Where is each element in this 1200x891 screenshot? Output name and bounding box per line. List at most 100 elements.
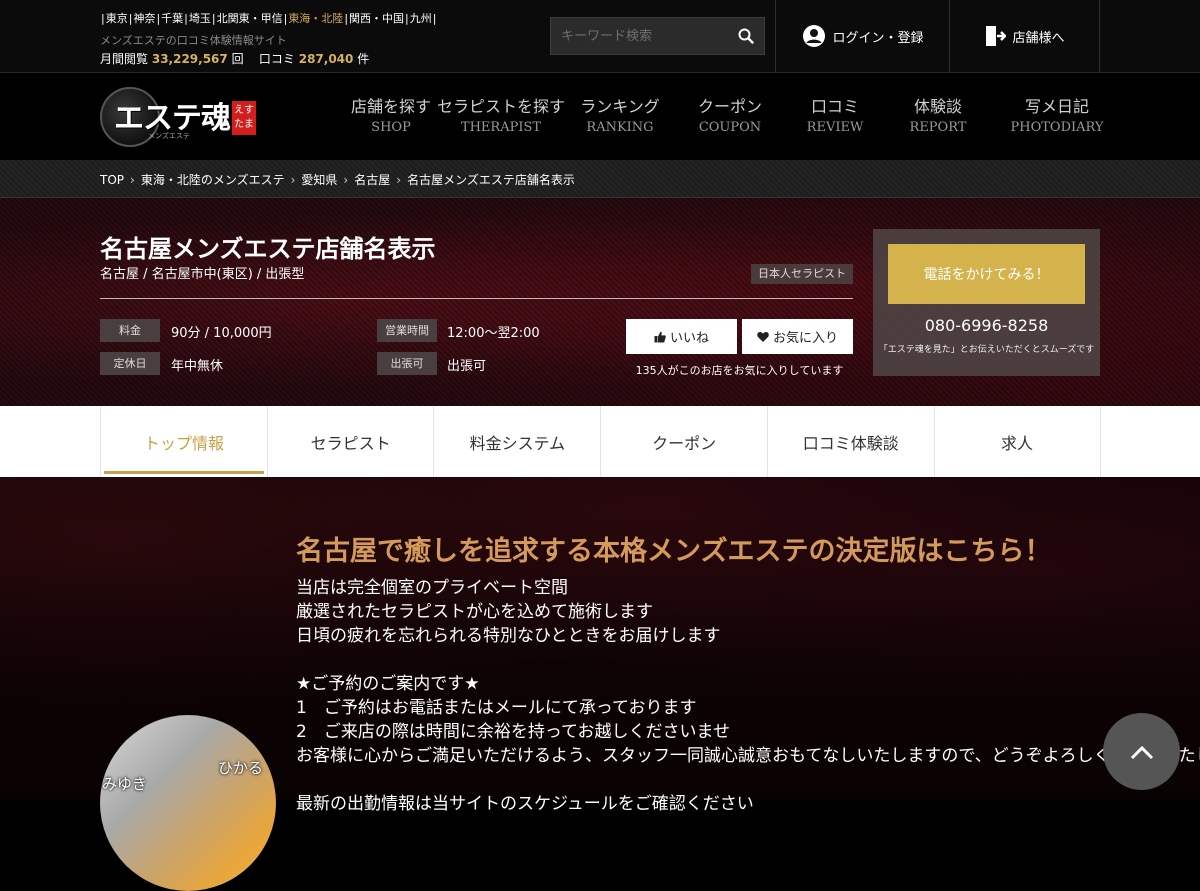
- catch-copy: 名古屋で癒しを追求する本格メンズエステの決定版はこちら！: [296, 536, 1052, 567]
- favorite-count-note: 135人がこのお店をお気に入りしています: [635, 364, 844, 377]
- good-label: いいね: [669, 331, 709, 346]
- avatar-name-2: ひかる: [218, 759, 264, 777]
- login-label: ログイン・登録: [832, 30, 924, 46]
- price-label: 料金: [100, 319, 160, 342]
- region-separator: |: [283, 12, 288, 25]
- reviews-label: 口コミ: [258, 52, 295, 66]
- holiday-value: 年中無休: [171, 359, 224, 374]
- price-value: 90分 / 10,000円: [171, 326, 272, 341]
- nav-item-photodiary[interactable]: 写メ日記 PHOTODIARY: [987, 93, 1127, 135]
- region-link[interactable]: 関西・中国: [349, 12, 404, 25]
- phone-note: 「エステ魂を見た」とお伝えいただくとスムーズです: [878, 345, 1095, 355]
- scroll-to-top-button[interactable]: [1103, 713, 1180, 790]
- region-separator: |: [344, 12, 349, 25]
- breadcrumb-chevron-icon: ›: [343, 173, 349, 187]
- breadcrumb-chevron-icon: ›: [290, 173, 296, 187]
- shop-header: 名古屋メンズエステ店舗名表示 名古屋 / 名古屋市中(東区) / 出張型 日本人…: [0, 198, 1200, 406]
- shop-title: 名古屋メンズエステ店舗名表示: [100, 235, 436, 263]
- site-logo[interactable]: エステ魂 えすたま メンズエステ: [100, 81, 260, 151]
- heart-icon: [757, 331, 769, 342]
- tab-item[interactable]: セラピスト: [266, 406, 434, 477]
- nav-label-jp: 写メ日記: [1024, 97, 1089, 116]
- site-tagline: メンズエステの口コミ体験情報サイト: [100, 34, 287, 47]
- dispatch-value: 出張可: [447, 359, 487, 374]
- description-line: 2 ご来店の際は時間に余裕を持ってお越しくださいませ: [296, 722, 730, 742]
- holiday-label: 定休日: [100, 352, 160, 375]
- search-input[interactable]: [551, 18, 731, 54]
- thumbs-up-icon: [654, 331, 666, 342]
- reviews-unit: 件: [357, 52, 370, 66]
- description-line: 当店は完全個室のプライベート空間: [296, 578, 568, 598]
- breadcrumb-chevron-icon: ›: [130, 173, 135, 187]
- good-button[interactable]: いいね: [626, 319, 737, 354]
- breadcrumb-item[interactable]: TOP: [100, 173, 124, 187]
- chevron-up-icon: [1130, 745, 1153, 759]
- hours-value: 12:00～翌2:00: [447, 326, 540, 341]
- tab-item[interactable]: トップ情報: [100, 406, 267, 477]
- favorite-label: お気に入り: [772, 331, 838, 346]
- main-nav: エステ魂 えすたま メンズエステ 店舗を探す SHOP セラピストを探す THERAP…: [0, 73, 1200, 160]
- login-button[interactable]: ログイン・登録: [775, 0, 950, 72]
- tab-item[interactable]: 口コミ体験談: [766, 406, 934, 477]
- description-line: 最新の出勤情報は当サイトのスケジュールをご確認ください: [296, 794, 754, 814]
- tab-item[interactable]: 求人: [933, 406, 1101, 477]
- shop-login-label: 店舗様へ: [1012, 30, 1065, 46]
- shop-content: 名古屋で癒しを追求する本格メンズエステの決定版はこちら！ 当店は完全個室のプライ…: [0, 477, 1200, 891]
- region-link[interactable]: 千葉: [161, 12, 183, 25]
- logo-badge: えすたま: [232, 101, 256, 135]
- region-separator: |: [101, 12, 105, 25]
- favorite-button[interactable]: お気に入り: [742, 319, 853, 354]
- tab-item[interactable]: 料金システム: [433, 406, 600, 477]
- hours-label: 営業時間: [377, 319, 437, 342]
- views-unit: 回: [231, 52, 244, 66]
- call-button[interactable]: 電話をかけてみる！: [888, 244, 1085, 304]
- description-line: ★ご予約のご案内です★: [296, 674, 480, 694]
- region-separator: |: [211, 12, 216, 25]
- shop-area: 名古屋 / 名古屋市中(東区) / 出張型: [100, 267, 305, 282]
- search-box: [550, 17, 765, 55]
- nav-label-en: PHOTODIARY: [1010, 120, 1104, 135]
- genre-tag: 日本人セラピスト: [751, 264, 853, 284]
- breadcrumb-item[interactable]: 愛知県: [301, 173, 337, 187]
- breadcrumb-item[interactable]: 名古屋: [354, 173, 390, 187]
- region-links: |東京|神奈|千葉|埼玉|北関東・甲信|東海・北陸|関西・中国|九州|: [100, 10, 437, 26]
- dispatch-label: 出張可: [377, 352, 437, 375]
- region-separator: |: [156, 12, 161, 25]
- tab-item[interactable]: クーポン: [600, 406, 767, 477]
- door-enter-icon: [986, 26, 1007, 46]
- top-bar: |東京|神奈|千葉|埼玉|北関東・甲信|東海・北陸|関西・中国|九州| メンズエ…: [0, 0, 1200, 73]
- region-separator: |: [128, 12, 133, 25]
- description-line: 厳選されたセラピストが心を込めて施術します: [296, 602, 653, 622]
- views-label: 月間閲覧: [100, 52, 149, 66]
- description-line: お客様に心からご満足いただけるよう、スタッフ一同誠心誠意おもてなしいたしますので…: [296, 746, 1200, 766]
- therapist-avatar[interactable]: みゆき ひかる: [100, 715, 276, 891]
- breadcrumb: TOP › 東海・北陸のメンズエステ › 愛知県 › 名古屋 › 名古屋メンズエステ店舗名表示: [0, 160, 1200, 198]
- region-link[interactable]: 神奈: [133, 12, 155, 25]
- region-separator: |: [432, 12, 437, 25]
- phone-number[interactable]: 080-6996-8258: [873, 316, 1100, 335]
- shop-login-button[interactable]: 店舗様へ: [949, 0, 1100, 72]
- search-button[interactable]: [728, 18, 764, 54]
- user-icon: [803, 25, 826, 47]
- site-stats: 月間閲覧 33,229,567 回 口コミ 287,040 件: [100, 50, 369, 67]
- shop-tabs: トップ情報 セラピスト 料金システム クーポン 口コミ体験談 求人: [0, 406, 1200, 477]
- region-link[interactable]: 東海・北陸: [288, 12, 343, 25]
- views-value: 33,229,567: [151, 52, 228, 66]
- region-separator: |: [405, 12, 409, 25]
- breadcrumb-item[interactable]: 東海・北陸のメンズエステ: [141, 173, 285, 187]
- description-line: 日頃の疲れを忘れられる特別なひとときをお届けします: [296, 626, 721, 646]
- avatar-name-1: みゆき: [102, 775, 148, 793]
- description-line: 1 ご予約はお電話またはメールにて承っております: [296, 698, 697, 718]
- breadcrumb-chevron-icon: ›: [396, 173, 402, 187]
- contact-box: 電話をかけてみる！ 080-6996-8258 「エステ魂を見た」とお伝えいただ…: [873, 229, 1100, 376]
- logo-subtext: メンズエステ: [148, 132, 190, 140]
- region-link[interactable]: 埼玉: [189, 12, 211, 25]
- region-link[interactable]: 九州: [410, 12, 432, 25]
- search-icon: [738, 28, 754, 44]
- region-separator: |: [184, 12, 188, 25]
- divider: [100, 298, 853, 299]
- breadcrumb-item: 名古屋メンズエステ店舗名表示: [407, 173, 575, 187]
- region-link[interactable]: 東京: [106, 12, 128, 25]
- reviews-value: 287,040: [298, 52, 354, 66]
- region-link[interactable]: 北関東・甲信: [217, 12, 283, 25]
